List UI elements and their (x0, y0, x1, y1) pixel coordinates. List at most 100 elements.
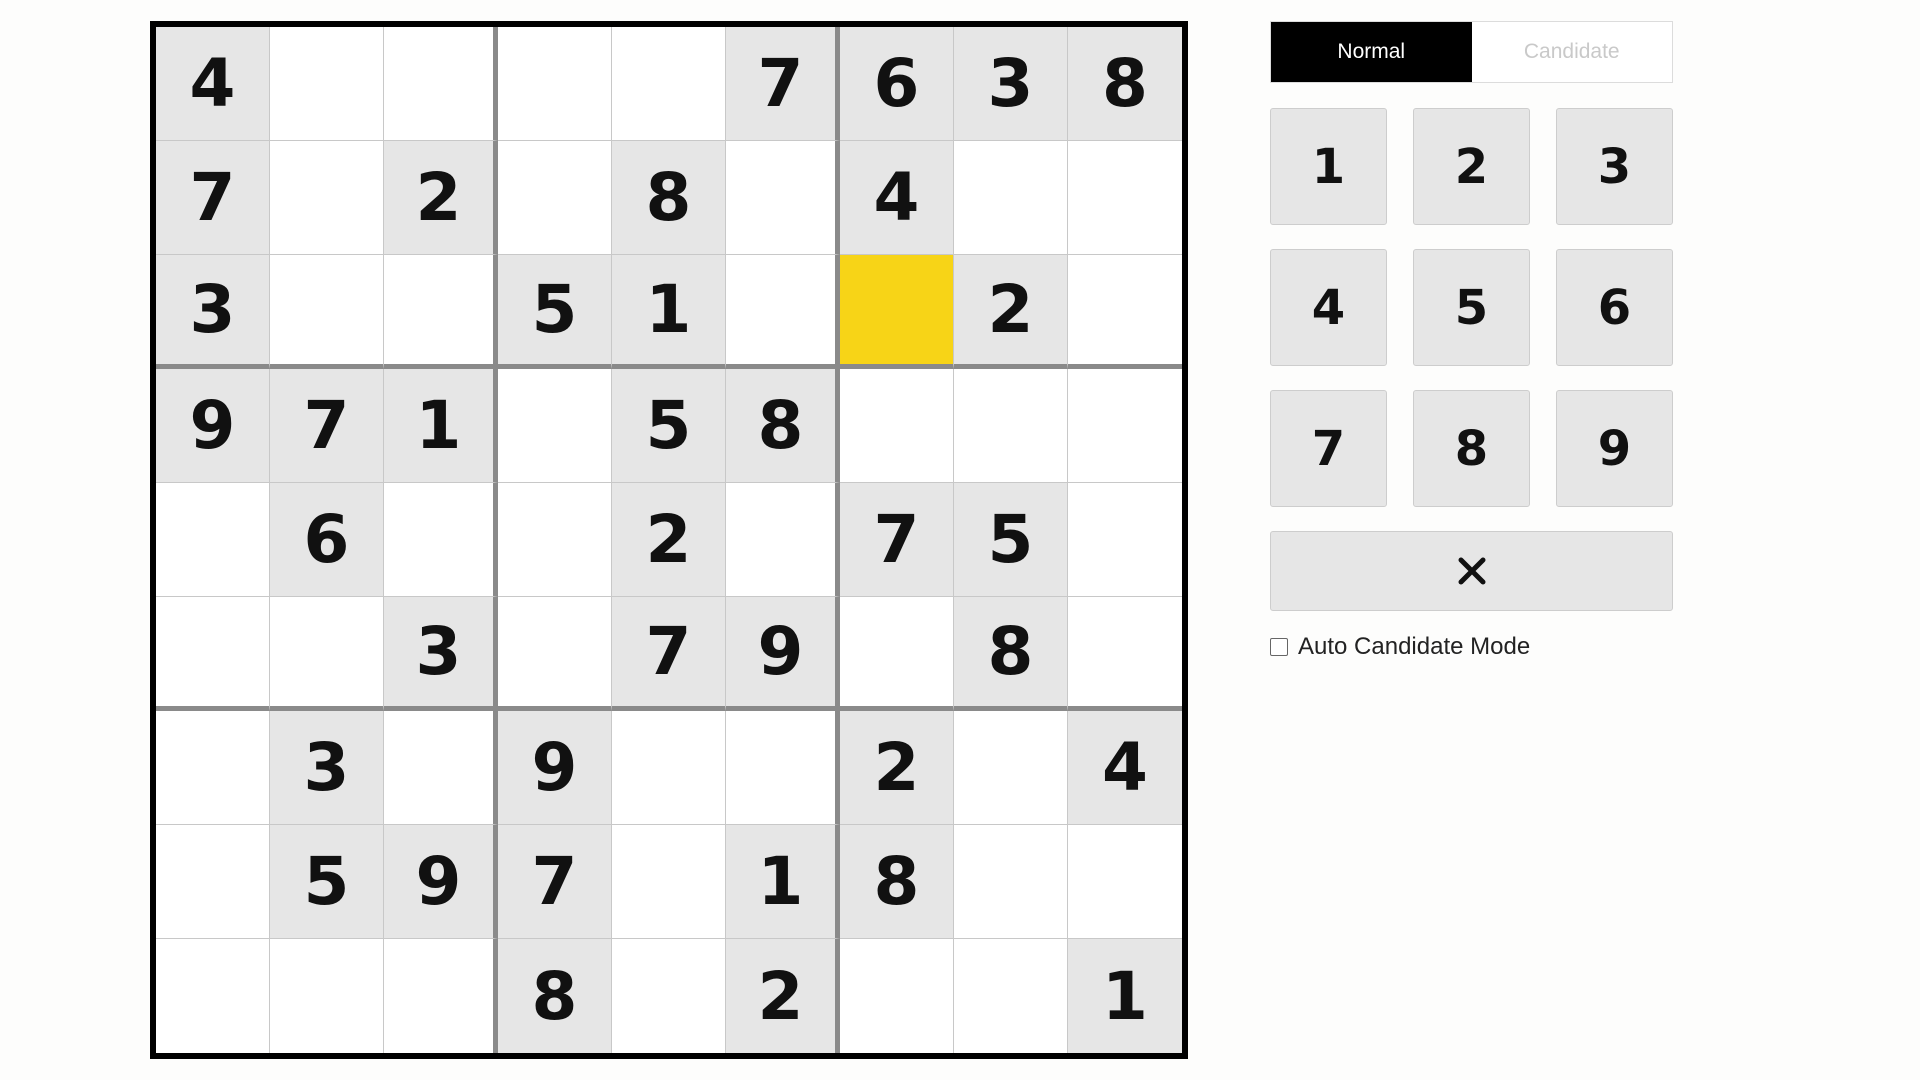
sudoku-cell-r8c4[interactable]: 7 (498, 825, 612, 939)
sudoku-cell-r7c1[interactable] (156, 711, 270, 825)
auto-candidate-checkbox[interactable] (1270, 638, 1288, 656)
sudoku-cell-r1c3[interactable] (384, 27, 498, 141)
sudoku-cell-r8c1[interactable] (156, 825, 270, 939)
sudoku-cell-r2c1[interactable]: 7 (156, 141, 270, 255)
sudoku-cell-r4c4[interactable] (498, 369, 612, 483)
sudoku-cell-r9c4[interactable]: 8 (498, 939, 612, 1053)
sudoku-cell-r2c6[interactable] (726, 141, 840, 255)
sudoku-cell-r3c5[interactable]: 1 (612, 255, 726, 369)
sudoku-cell-r9c5[interactable] (612, 939, 726, 1053)
number-button-2[interactable]: 2 (1413, 108, 1530, 225)
sudoku-cell-r2c3[interactable]: 2 (384, 141, 498, 255)
sudoku-cell-r8c8[interactable] (954, 825, 1068, 939)
sudoku-cell-r8c6[interactable]: 1 (726, 825, 840, 939)
sudoku-cell-r9c3[interactable] (384, 939, 498, 1053)
sudoku-cell-r4c3[interactable]: 1 (384, 369, 498, 483)
mode-toggle: Normal Candidate (1270, 21, 1673, 83)
sudoku-cell-r7c9[interactable]: 4 (1068, 711, 1182, 825)
sudoku-cell-r2c2[interactable] (270, 141, 384, 255)
sudoku-cell-r3c3[interactable] (384, 255, 498, 369)
sudoku-cell-r1c6[interactable]: 7 (726, 27, 840, 141)
number-button-5[interactable]: 5 (1413, 249, 1530, 366)
sudoku-cell-r6c3[interactable]: 3 (384, 597, 498, 711)
sudoku-cell-r5c7[interactable]: 7 (840, 483, 954, 597)
sudoku-cell-r4c1[interactable]: 9 (156, 369, 270, 483)
sudoku-cell-r4c2[interactable]: 7 (270, 369, 384, 483)
sudoku-cell-r5c1[interactable] (156, 483, 270, 597)
sudoku-cell-r5c4[interactable] (498, 483, 612, 597)
sudoku-cell-r5c2[interactable]: 6 (270, 483, 384, 597)
sudoku-cell-r9c1[interactable] (156, 939, 270, 1053)
number-button-7[interactable]: 7 (1270, 390, 1387, 507)
sudoku-cell-r9c9[interactable]: 1 (1068, 939, 1182, 1053)
sudoku-cell-r5c3[interactable] (384, 483, 498, 597)
sudoku-cell-r2c8[interactable] (954, 141, 1068, 255)
sudoku-cell-r9c2[interactable] (270, 939, 384, 1053)
sudoku-cell-r6c5[interactable]: 7 (612, 597, 726, 711)
sudoku-cell-r6c7[interactable] (840, 597, 954, 711)
sudoku-cell-r6c6[interactable]: 9 (726, 597, 840, 711)
sudoku-cell-r7c6[interactable] (726, 711, 840, 825)
sudoku-cell-r2c7[interactable]: 4 (840, 141, 954, 255)
sudoku-cell-r8c7[interactable]: 8 (840, 825, 954, 939)
sudoku-cell-r6c1[interactable] (156, 597, 270, 711)
sudoku-cell-r1c9[interactable]: 8 (1068, 27, 1182, 141)
sudoku-cell-r4c7[interactable] (840, 369, 954, 483)
sudoku-cell-r6c9[interactable] (1068, 597, 1182, 711)
sudoku-cell-r4c8[interactable] (954, 369, 1068, 483)
sudoku-cell-r9c8[interactable] (954, 939, 1068, 1053)
sudoku-cell-r2c5[interactable]: 8 (612, 141, 726, 255)
sudoku-cell-r4c5[interactable]: 5 (612, 369, 726, 483)
sudoku-cell-r1c5[interactable] (612, 27, 726, 141)
sudoku-app: 47638728435129715862753798392459718821 N… (0, 0, 1920, 1080)
sudoku-cell-r8c2[interactable]: 5 (270, 825, 384, 939)
sudoku-cell-r1c4[interactable] (498, 27, 612, 141)
number-pad: 1 2 3 4 5 6 7 8 9 (1270, 108, 1673, 507)
sudoku-cell-r1c7[interactable]: 6 (840, 27, 954, 141)
sudoku-cell-r7c8[interactable] (954, 711, 1068, 825)
sudoku-cell-r5c6[interactable] (726, 483, 840, 597)
control-panel: Normal Candidate 1 2 3 4 5 6 7 8 9 Auto (1270, 21, 1673, 661)
sudoku-cell-r7c2[interactable]: 3 (270, 711, 384, 825)
sudoku-cell-r3c4[interactable]: 5 (498, 255, 612, 369)
sudoku-cell-r5c5[interactable]: 2 (612, 483, 726, 597)
sudoku-cell-r3c8[interactable]: 2 (954, 255, 1068, 369)
number-button-1[interactable]: 1 (1270, 108, 1387, 225)
sudoku-cell-r3c6[interactable] (726, 255, 840, 369)
sudoku-cell-r9c7[interactable] (840, 939, 954, 1053)
sudoku-cell-r4c6[interactable]: 8 (726, 369, 840, 483)
sudoku-cell-r5c9[interactable] (1068, 483, 1182, 597)
number-button-4[interactable]: 4 (1270, 249, 1387, 366)
sudoku-cell-r3c2[interactable] (270, 255, 384, 369)
sudoku-cell-r8c3[interactable]: 9 (384, 825, 498, 939)
sudoku-cell-r6c4[interactable] (498, 597, 612, 711)
sudoku-cell-r8c5[interactable] (612, 825, 726, 939)
sudoku-cell-r4c9[interactable] (1068, 369, 1182, 483)
sudoku-cell-r3c7[interactable] (840, 255, 954, 369)
sudoku-cell-r2c4[interactable] (498, 141, 612, 255)
number-button-3[interactable]: 3 (1556, 108, 1673, 225)
sudoku-cell-r7c4[interactable]: 9 (498, 711, 612, 825)
number-button-9[interactable]: 9 (1556, 390, 1673, 507)
auto-candidate-row: Auto Candidate Mode (1270, 633, 1673, 661)
sudoku-cell-r7c3[interactable] (384, 711, 498, 825)
candidate-mode-button[interactable]: Candidate (1471, 22, 1672, 82)
sudoku-cell-r1c8[interactable]: 3 (954, 27, 1068, 141)
sudoku-cell-r1c1[interactable]: 4 (156, 27, 270, 141)
sudoku-cell-r6c2[interactable] (270, 597, 384, 711)
sudoku-cell-r1c2[interactable] (270, 27, 384, 141)
sudoku-cell-r2c9[interactable] (1068, 141, 1182, 255)
number-button-6[interactable]: 6 (1556, 249, 1673, 366)
close-icon (1457, 556, 1487, 586)
sudoku-cell-r6c8[interactable]: 8 (954, 597, 1068, 711)
number-button-8[interactable]: 8 (1413, 390, 1530, 507)
sudoku-cell-r3c1[interactable]: 3 (156, 255, 270, 369)
sudoku-cell-r8c9[interactable] (1068, 825, 1182, 939)
sudoku-cell-r5c8[interactable]: 5 (954, 483, 1068, 597)
sudoku-cell-r3c9[interactable] (1068, 255, 1182, 369)
sudoku-cell-r7c5[interactable] (612, 711, 726, 825)
normal-mode-button[interactable]: Normal (1271, 22, 1472, 82)
clear-button[interactable] (1270, 531, 1673, 611)
sudoku-cell-r7c7[interactable]: 2 (840, 711, 954, 825)
sudoku-cell-r9c6[interactable]: 2 (726, 939, 840, 1053)
